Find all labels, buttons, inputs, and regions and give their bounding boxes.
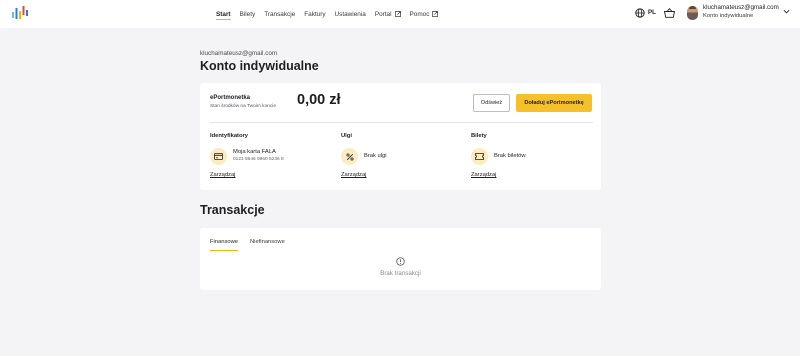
card-name: Moja karta FALA — [233, 149, 276, 155]
discounts-status: Brak ulgi — [364, 153, 387, 159]
top-up-button[interactable]: Doładuj ePortmonetkę — [516, 94, 592, 112]
language-selector[interactable]: PL — [648, 9, 656, 16]
basket-icon[interactable] — [664, 8, 675, 18]
nav-label: Ustawienia — [334, 10, 366, 18]
wallet-balance: 0,00 zł — [297, 92, 341, 108]
logo-icon[interactable] — [12, 6, 28, 20]
manage-tickets-link[interactable]: Zarządzaj — [471, 172, 496, 178]
nav-bilety[interactable]: Bilety — [240, 0, 256, 28]
top-navbar: Start Bilety Transakcje Faktury Ustawien… — [0, 0, 800, 28]
nav-ustawienia[interactable]: Ustawienia — [335, 0, 366, 28]
nav-label: Portal — [374, 10, 392, 18]
info-icon — [396, 257, 405, 266]
account-card: ePortmonetka Stan środków na Twoim konci… — [200, 83, 601, 190]
ticket-icon — [471, 148, 488, 165]
tab-niefinansowe[interactable]: Niefinansowe — [250, 239, 285, 251]
account-email: kluchamateusz@gmail.com — [200, 50, 278, 57]
tickets-status: Brak biletów — [494, 153, 526, 159]
card-icon — [210, 148, 227, 165]
wallet-subtitle: Stan środków na Twoim koncie — [210, 104, 277, 109]
transactions-title: Transakcje — [200, 203, 265, 217]
tickets-section: Bilety Brak biletów Zarządzaj — [471, 131, 591, 186]
avatar[interactable] — [687, 6, 698, 20]
external-link-icon — [394, 11, 401, 17]
tickets-heading: Bilety — [471, 133, 487, 139]
globe-icon[interactable] — [635, 8, 645, 18]
nav-label: Pomoc — [409, 10, 430, 18]
transactions-card: Finansowe Niefinansowe Brak transakcji — [200, 228, 601, 290]
empty-transactions-text: Brak transakcji — [380, 270, 421, 277]
chevron-down-icon[interactable] — [783, 8, 790, 15]
tab-finansowe[interactable]: Finansowe — [210, 239, 239, 251]
tab-label: Finansowe — [210, 239, 239, 245]
main-nav: Start Bilety Transakcje Faktury Ustawien… — [216, 0, 447, 28]
external-link-icon — [432, 11, 439, 17]
nav-faktury[interactable]: Faktury — [304, 0, 325, 28]
user-account-type[interactable]: Konto indywidualne — [703, 13, 753, 19]
nav-portal[interactable]: Portal — [375, 0, 401, 28]
card-number: 0121 8646 9960 5236 8 — [233, 157, 284, 162]
manage-identifiers-link[interactable]: Zarządzaj — [210, 172, 235, 178]
refresh-button[interactable]: Odśwież — [473, 94, 510, 112]
manage-discounts-link[interactable]: Zarządzaj — [341, 172, 366, 178]
discounts-heading: Ulgi — [341, 133, 352, 139]
page-title: Konto indywidualne — [200, 59, 319, 73]
discounts-section: Ulgi Brak ulgi Zarządzaj — [341, 131, 461, 186]
nav-pomoc[interactable]: Pomoc — [410, 0, 439, 28]
nav-label: Bilety — [239, 10, 256, 18]
nav-label: Transakcje — [264, 10, 296, 18]
tab-label: Niefinansowe — [250, 239, 285, 245]
nav-label: Faktury — [304, 10, 326, 18]
wallet-label: ePortmonetka — [210, 95, 251, 101]
divider — [210, 122, 593, 123]
user-email[interactable]: kluchamateusz@gmail.com — [703, 4, 779, 11]
nav-label: Start — [216, 10, 231, 18]
identifiers-heading: Identyfikatory — [210, 133, 249, 139]
nav-start[interactable]: Start — [216, 0, 231, 28]
nav-transakcje[interactable]: Transakcje — [264, 0, 295, 28]
percent-icon — [341, 148, 358, 165]
identifiers-section: Identyfikatory Moja karta FALA 0121 8646… — [210, 131, 330, 186]
